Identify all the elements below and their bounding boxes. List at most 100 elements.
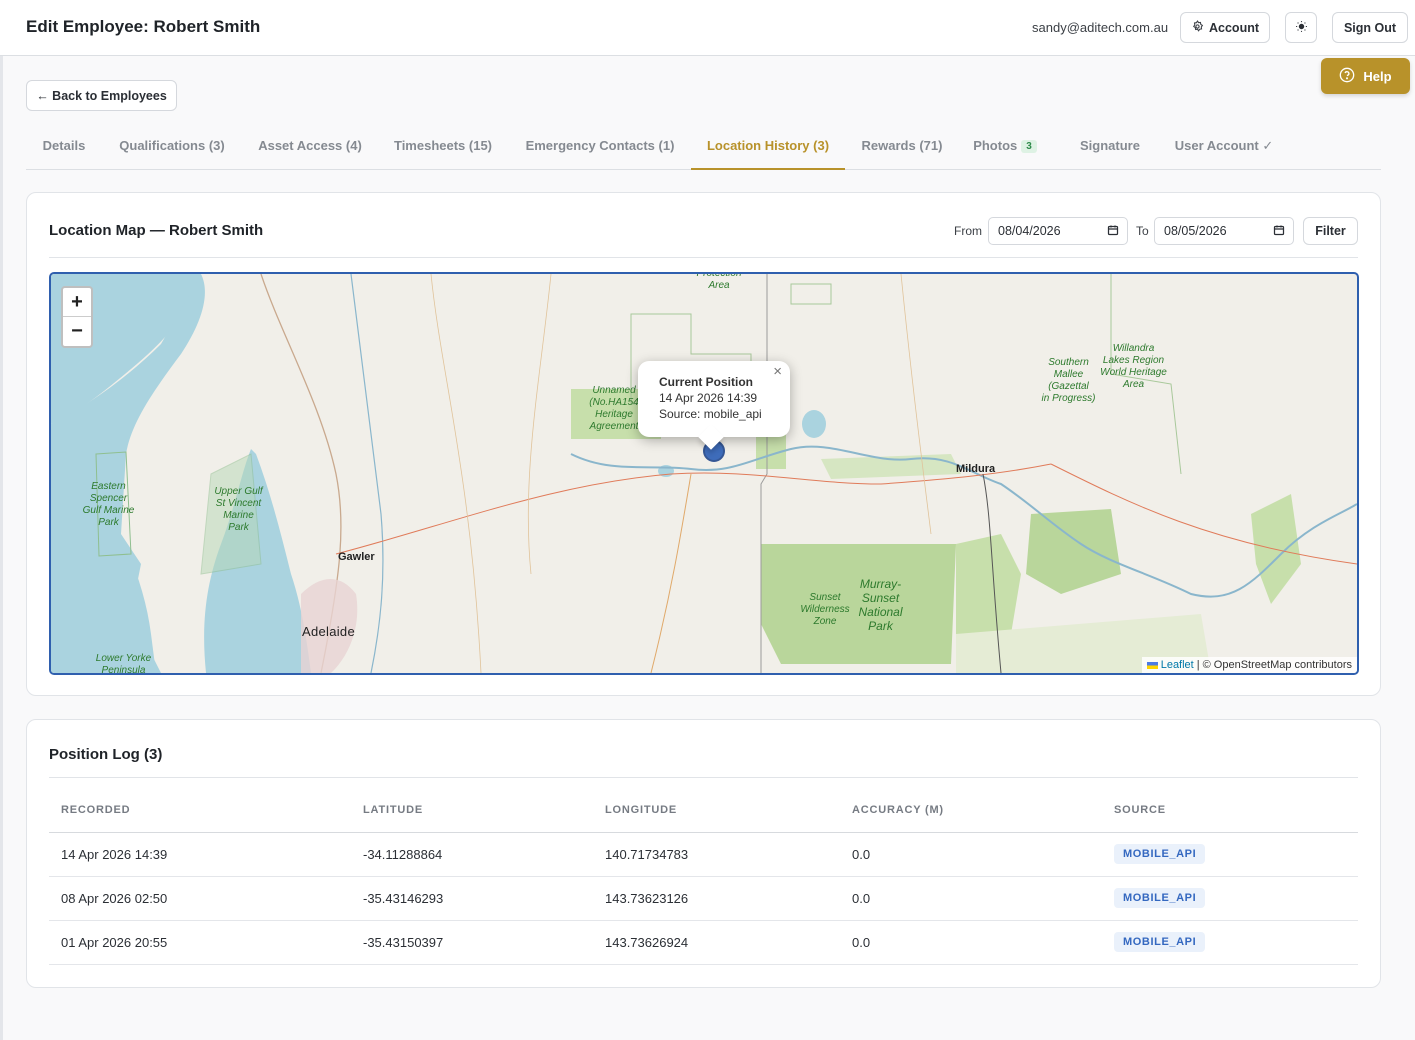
- zoom-out-button[interactable]: −: [63, 317, 91, 346]
- col-accuracy: ACCURACY (M): [852, 804, 944, 816]
- source-badge: MOBILE_API: [1114, 888, 1206, 908]
- cell-longitude: 140.71734783: [605, 847, 689, 862]
- help-label: Help: [1363, 68, 1392, 84]
- map-label-mildura: Mildura: [956, 463, 996, 475]
- leaflet-link[interactable]: Leaflet: [1146, 659, 1194, 671]
- position-log-table: RECORDED LATITUDE LONGITUDE ACCURACY (M)…: [49, 798, 1358, 965]
- cell-latitude: -35.43150397: [363, 935, 444, 950]
- to-label: To: [1136, 224, 1149, 238]
- map-label-lower-yorke: Lower Yorke Peninsula: [95, 653, 152, 675]
- tab-rewards[interactable]: Rewards (71): [846, 129, 958, 170]
- col-latitude: LATITUDE: [363, 804, 423, 816]
- tab-signature[interactable]: Signature: [1062, 129, 1158, 170]
- map-card-divider: [49, 257, 1358, 258]
- map-label-unnamed-heritage: Unnamed (No.HA154 Heritage Agreement: [589, 385, 639, 432]
- table-row: 01 Apr 2026 20:55 -35.43150397 143.73626…: [49, 921, 1358, 965]
- user-email: sandy@aditech.com.au: [1032, 20, 1169, 35]
- tab-label: User Account ✓: [1174, 138, 1274, 153]
- ukraine-flag-icon: [1146, 661, 1158, 669]
- cell-latitude: -34.11288864: [363, 847, 443, 862]
- top-bar: Edit Employee: Robert Smith sandy@aditec…: [0, 0, 1415, 56]
- table-row: 08 Apr 2026 02:50 -35.43146293 143.73623…: [49, 877, 1358, 921]
- map-attribution: Leaflet | © OpenStreetMap contributors: [1141, 657, 1357, 673]
- location-popup: × Current Position 14 Apr 2026 14:39 Sou…: [638, 361, 790, 437]
- tab-label: Timesheets (15): [393, 138, 493, 153]
- from-date-input[interactable]: 08/04/2026: [988, 217, 1128, 245]
- map-label-murray-sunset: Murray- Sunset National Park: [858, 577, 903, 633]
- tab-qualifications[interactable]: Qualifications (3): [104, 129, 240, 170]
- col-longitude: LONGITUDE: [605, 804, 677, 816]
- map-label-upper-gulf: Upper Gulf St Vincent Marine Park: [214, 486, 263, 533]
- map-label-gawler: Gawler: [338, 551, 375, 563]
- page-title: Edit Employee: Robert Smith: [26, 17, 261, 36]
- location-map[interactable]: Mildura Gawler Adelaide Protection Area U…: [49, 272, 1359, 675]
- cell-longitude: 143.73623126: [605, 891, 689, 906]
- tab-label: Qualifications (3): [119, 138, 225, 153]
- cell-recorded: 14 Apr 2026 14:39: [61, 847, 168, 862]
- to-date-input[interactable]: 08/05/2026: [1154, 217, 1294, 245]
- popup-close-button[interactable]: ×: [773, 364, 782, 380]
- cell-recorded: 08 Apr 2026 02:50: [61, 891, 168, 906]
- cell-accuracy: 0.0: [852, 935, 871, 950]
- col-recorded: RECORDED: [61, 804, 131, 816]
- tab-label: Rewards (71): [861, 138, 943, 153]
- map-label-adelaide: Adelaide: [302, 624, 355, 639]
- cell-accuracy: 0.0: [852, 847, 871, 862]
- cell-latitude: -35.43146293: [363, 891, 444, 906]
- help-button[interactable]: Help: [1321, 58, 1410, 94]
- page-left-border: [0, 0, 3, 1040]
- map-card-title: Location Map — Robert Smith: [49, 222, 264, 239]
- tab-bar: Details Qualifications (3) Asset Access …: [26, 129, 1381, 170]
- calendar-icon: [1107, 224, 1119, 239]
- calendar-icon: [1273, 224, 1285, 239]
- tab-asset-access[interactable]: Asset Access (4): [242, 129, 378, 170]
- map-zoom-control: + −: [61, 286, 93, 348]
- tab-label: Details: [42, 138, 86, 153]
- account-button[interactable]: Account: [1180, 12, 1270, 43]
- tab-label: Emergency Contacts (1): [525, 138, 675, 153]
- cell-longitude: 143.73626924: [605, 935, 689, 950]
- tab-label: Location History (3): [706, 138, 830, 153]
- position-log-title: Position Log (3): [49, 746, 163, 763]
- map-label-willandra: Willandra Lakes Region World Heritage Area: [1100, 343, 1167, 390]
- popup-title: Current Position: [659, 375, 754, 389]
- tab-details[interactable]: Details: [26, 129, 102, 170]
- map-label-eastern-spencer: Eastern Spencer Gulf Marine Park: [82, 481, 135, 528]
- map-label-southern-mallee: Southern Mallee (Gazettal in Progress): [1041, 357, 1096, 404]
- osm-attribution: | © OpenStreetMap contributors: [1196, 659, 1352, 671]
- sign-out-button[interactable]: Sign Out: [1332, 12, 1408, 43]
- tab-label: Photos: [973, 138, 1018, 153]
- cell-recorded: 01 Apr 2026 20:55: [61, 935, 168, 950]
- table-row: 14 Apr 2026 14:39 -34.11288864 140.71734…: [49, 833, 1358, 877]
- tab-user-account[interactable]: User Account ✓: [1160, 129, 1288, 170]
- location-map-card: Location Map — Robert Smith From 08/04/2…: [26, 192, 1381, 696]
- from-label: From: [954, 224, 982, 238]
- sun-icon: [1295, 20, 1308, 36]
- log-card-divider: [49, 777, 1358, 778]
- filter-button[interactable]: Filter: [1303, 217, 1358, 245]
- source-badge: MOBILE_API: [1114, 844, 1206, 864]
- photos-count-badge: 3: [1021, 140, 1037, 153]
- tab-timesheets[interactable]: Timesheets (15): [378, 129, 508, 170]
- tab-photos[interactable]: Photos 3: [960, 129, 1050, 170]
- tab-location-history[interactable]: Location History (3): [691, 129, 845, 170]
- tab-label: Asset Access (4): [258, 138, 362, 153]
- source-badge: MOBILE_API: [1114, 932, 1206, 952]
- map-label-protection-area: Protection Area: [696, 272, 742, 291]
- gear-icon: [1191, 19, 1204, 36]
- to-date-value: 08/05/2026: [1164, 224, 1227, 238]
- col-source: SOURCE: [1114, 804, 1166, 816]
- map-label-sunset-wilderness: Sunset Wilderness Zone: [800, 592, 850, 627]
- popup-time: 14 Apr 2026 14:39: [659, 391, 758, 405]
- help-circle-icon: [1339, 67, 1355, 86]
- back-to-employees-button[interactable]: ← Back to Employees: [26, 80, 177, 111]
- table-header: RECORDED LATITUDE LONGITUDE ACCURACY (M)…: [49, 798, 1358, 833]
- zoom-in-button[interactable]: +: [63, 288, 91, 317]
- leaflet-label: Leaflet: [1160, 659, 1194, 671]
- position-log-card: Position Log (3) RECORDED LATITUDE LONGI…: [26, 719, 1381, 988]
- tab-label: Signature: [1080, 138, 1140, 153]
- tab-emergency-contacts[interactable]: Emergency Contacts (1): [510, 129, 690, 170]
- map-tiles: [51, 274, 1357, 673]
- cell-accuracy: 0.0: [852, 891, 871, 906]
- theme-toggle-button[interactable]: [1285, 12, 1317, 43]
